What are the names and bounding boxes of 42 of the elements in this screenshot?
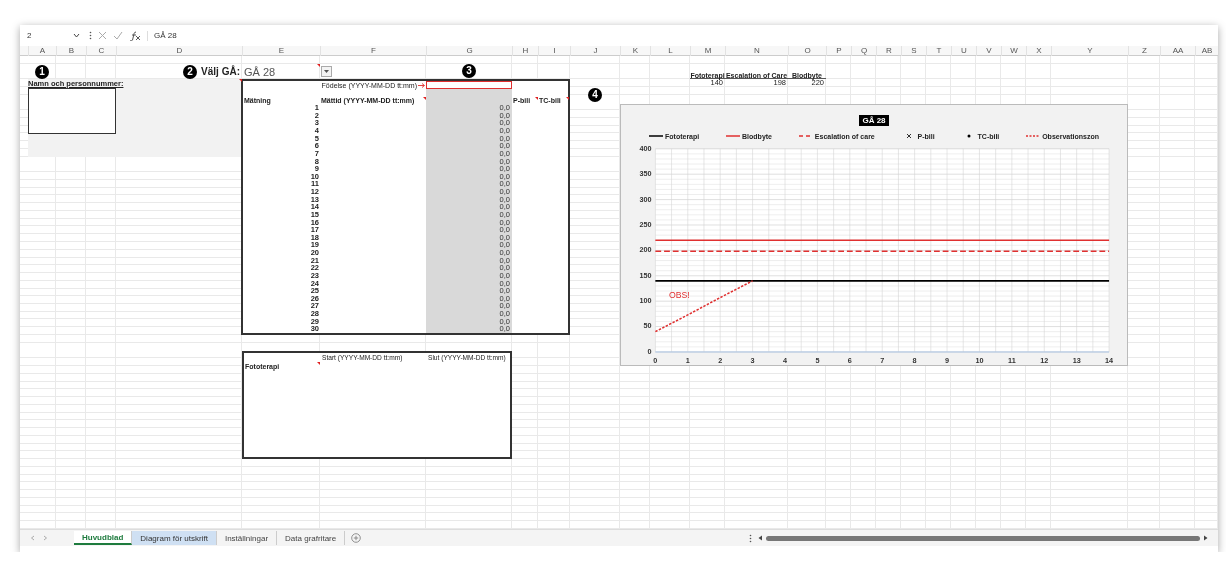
column-header[interactable]: Z (1128, 46, 1160, 56)
column-header[interactable]: S (901, 46, 926, 56)
column-header[interactable]: Q (851, 46, 876, 56)
column-header[interactable]: E (242, 46, 320, 56)
column-header[interactable]: A (28, 46, 56, 56)
column-header[interactable]: T (926, 46, 951, 56)
column-header[interactable]: Y (1051, 46, 1128, 56)
column-header[interactable]: X (1026, 46, 1051, 56)
step-number-badge: 2 (183, 64, 198, 79)
column-header[interactable]: U (951, 46, 976, 56)
column-header[interactable]: P (826, 46, 851, 56)
column-header[interactable]: B (56, 46, 86, 56)
sheet-tab[interactable]: Data grafritare (277, 531, 346, 545)
column-header[interactable]: AA (1160, 46, 1195, 56)
formula-field[interactable]: GÅ 28 (154, 31, 177, 40)
step-number-badge: 1 (35, 64, 49, 79)
column-header[interactable]: I (538, 46, 570, 56)
column-header[interactable]: W (1001, 46, 1026, 56)
name-box[interactable]: 2 (27, 31, 83, 40)
chart-annotation: OBS! (668, 289, 690, 300)
column-header[interactable]: K (620, 46, 650, 56)
select-label: Välj GÅ: (201, 66, 240, 77)
column-header[interactable]: O (788, 46, 826, 56)
sheet-tab[interactable]: Huvudblad (74, 531, 133, 545)
sheet-tab[interactable]: Inställningar (216, 531, 278, 545)
select-value: GÅ 28 (244, 65, 276, 78)
sheet-tab[interactable]: Diagram för utskrift (132, 531, 217, 545)
column-header[interactable]: V (976, 46, 1001, 56)
column-header[interactable]: AB (1195, 46, 1218, 56)
column-header[interactable]: L (650, 46, 690, 56)
column-header[interactable]: D (116, 46, 242, 56)
column-header[interactable]: R (876, 46, 901, 56)
column-header[interactable]: N (725, 46, 788, 56)
column-header[interactable]: G (426, 46, 512, 56)
step-number-badge: 3 (462, 63, 476, 78)
chart-title: GÅ 28 (859, 114, 889, 126)
column-header[interactable]: H (512, 46, 538, 56)
column-header[interactable]: M (690, 46, 725, 56)
step-number-badge: 4 (588, 87, 602, 102)
column-header[interactable]: F (320, 46, 426, 56)
column-header[interactable]: J (570, 46, 620, 56)
column-header[interactable]: C (86, 46, 116, 56)
